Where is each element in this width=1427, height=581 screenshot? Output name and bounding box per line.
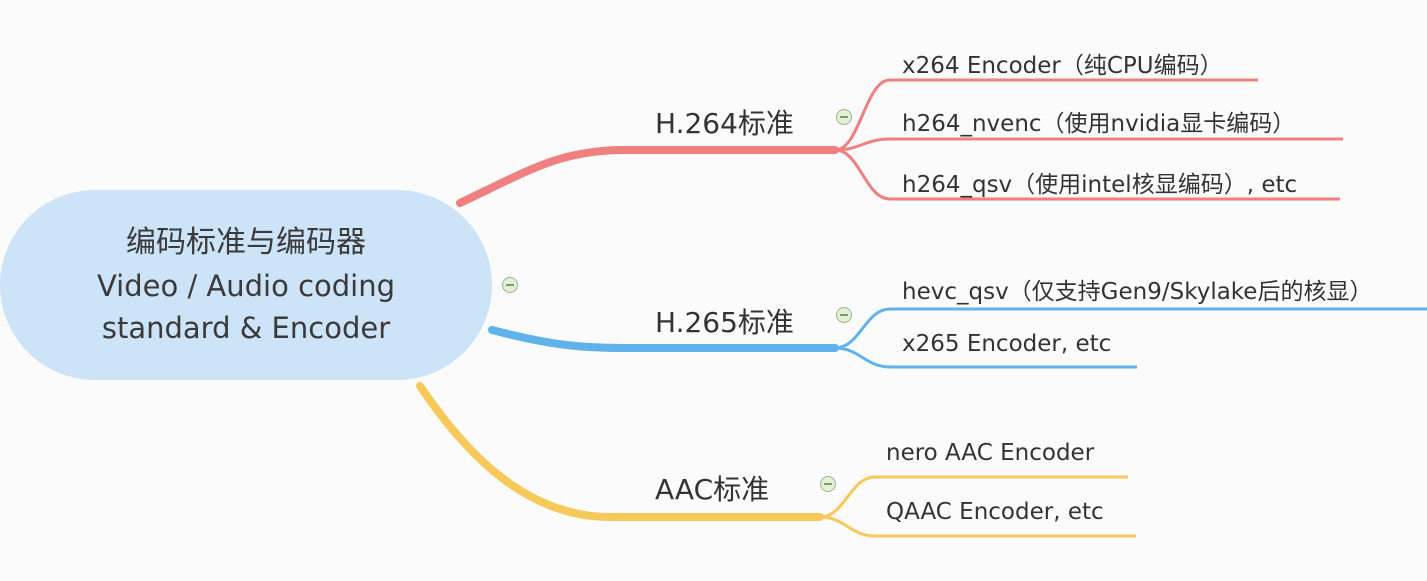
connector-root-h264 [456, 146, 839, 207]
collapse-minus-icon[interactable] [836, 307, 852, 323]
leaf-aac-nero[interactable]: nero AAC Encoder [886, 440, 1094, 466]
root-subtitle-line1: Video / Audio coding [96, 269, 396, 303]
branch-aac-label[interactable]: AAC标准 [655, 468, 769, 508]
leaf-h265-hevc-qsv[interactable]: hevc_qsv（仅支持Gen9/Skylake后的核显） [902, 272, 1372, 306]
collapse-minus-icon[interactable] [502, 277, 518, 293]
leaf-h264-qsv[interactable]: h264_qsv（使用intel核显编码）, etc [902, 165, 1297, 199]
collapse-minus-icon[interactable] [836, 109, 852, 125]
root-node[interactable]: 编码标准与编码器 Video / Audio coding standard &… [0, 190, 492, 380]
mindmap-canvas: 编码标准与编码器 Video / Audio coding standard &… [0, 0, 1427, 581]
collapse-minus-icon[interactable] [820, 476, 836, 492]
leaf-h264-x264[interactable]: x264 Encoder（纯CPU编码） [902, 46, 1223, 80]
root-title: 编码标准与编码器 [126, 225, 366, 260]
leaf-h264-nvenc[interactable]: h264_nvenc（使用nvidia显卡编码） [902, 104, 1295, 138]
leaf-h265-x265[interactable]: x265 Encoder, etc [902, 331, 1111, 357]
connector-h264-leaf2 [834, 137, 1343, 152]
branch-h265-label[interactable]: H.265标准 [655, 301, 794, 341]
leaf-aac-qaac[interactable]: QAAC Encoder, etc [886, 499, 1104, 525]
branch-h264-label[interactable]: H.264标准 [655, 102, 794, 142]
root-subtitle-line2: standard & Encoder [101, 311, 391, 345]
